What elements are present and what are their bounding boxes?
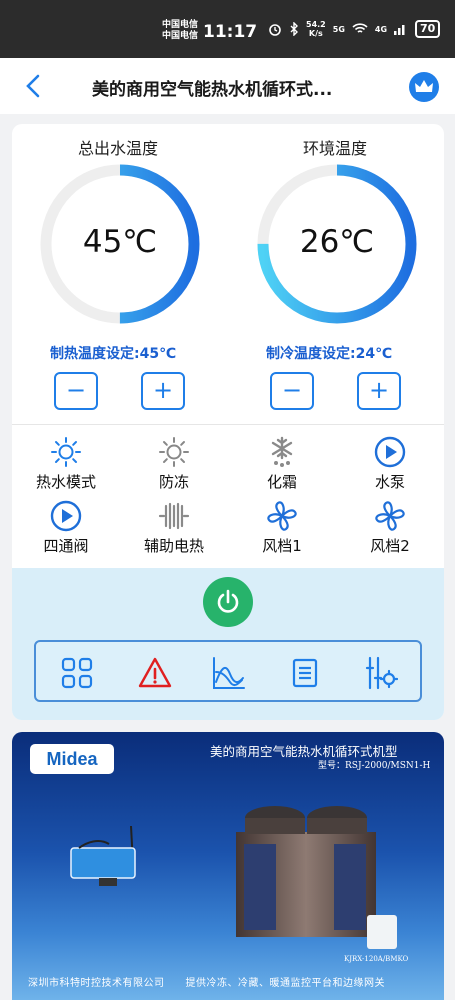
alarm-icon (269, 24, 281, 36)
divider (12, 424, 444, 425)
status-four-way-valve: 四通阀 (12, 500, 120, 556)
product-banner: Midea 美的商用空气能热水机循环式机型 型号：RSJ-2000/MSN1-H… (12, 732, 444, 1000)
status-hot-water-mode: 热水模式 (12, 436, 120, 492)
carrier-label: 中国电信 中国电信 (162, 20, 199, 41)
gauge-value-outlet: 45℃ (82, 224, 158, 260)
settings-icon[interactable] (364, 656, 398, 690)
fan-icon (375, 501, 405, 531)
chart-icon[interactable] (212, 656, 246, 690)
heat-pump-unit-image (236, 806, 376, 937)
fan-icon (267, 501, 297, 531)
wifi-icon (352, 23, 368, 33)
heating-minus-button[interactable]: − (54, 372, 98, 410)
signal-4g: 4G (374, 24, 388, 34)
sun-outline-icon (159, 437, 189, 467)
crown-icon[interactable] (409, 72, 439, 102)
play-circle-icon (50, 500, 82, 532)
heater-icon (158, 502, 190, 530)
heating-setpoint: 制热温度设定:45℃ (50, 346, 177, 362)
signal-bars-icon (394, 25, 405, 35)
status-fan-speed-1: 风档1 (228, 500, 336, 556)
page-title: 美的商用空气能热水机循环式... (92, 80, 333, 100)
warning-icon[interactable] (138, 656, 172, 690)
heating-plus-button[interactable]: + (141, 372, 185, 410)
gauge-title-ambient: 环境温度 (303, 139, 368, 158)
power-icon (217, 589, 239, 613)
gateway-module-image (70, 825, 136, 886)
status-defrost: 化霜 (228, 436, 336, 492)
function-toolbar (34, 640, 422, 702)
banner-footer: 深圳市科特时控技术有限公司 提供冷冻、冷藏、暖通监控平台和边缘网关 (28, 978, 385, 989)
play-circle-icon (374, 436, 406, 468)
midea-logo: Midea (30, 744, 114, 774)
controller-panel-image (367, 915, 397, 949)
gauge-value-ambient: 26℃ (299, 224, 375, 260)
bluetooth-icon (290, 22, 298, 36)
network-speed: 54.2 K/s (306, 20, 326, 38)
power-button[interactable] (203, 577, 253, 627)
status-antifreeze: 防冻 (120, 436, 228, 492)
cooling-minus-button[interactable]: − (270, 372, 314, 410)
gauge-title-outlet: 总出水温度 (78, 139, 159, 158)
sun-icon (51, 437, 81, 467)
title-bar: 美的商用空气能热水机循环式... (0, 58, 455, 114)
status-aux-heater: 辅助电热 (120, 500, 228, 556)
cooling-plus-button[interactable]: + (357, 372, 401, 410)
panel-model-label: KJRX-120A/BMKO (344, 955, 409, 963)
snowflake-icon (271, 436, 293, 467)
grid-icon[interactable] (60, 656, 94, 690)
signal-5g: 5G (332, 24, 345, 34)
back-arrow-icon[interactable] (22, 72, 46, 100)
list-icon[interactable] (288, 656, 322, 690)
banner-model: 型号：RSJ-2000/MSN1-H (318, 761, 431, 771)
battery-indicator: 70 (415, 20, 441, 38)
status-water-pump: 水泵 (336, 436, 444, 492)
cooling-setpoint: 制冷温度设定:24℃ (266, 346, 393, 362)
clock: 11:17 (203, 22, 258, 42)
status-fan-speed-2: 风档2 (336, 500, 444, 556)
control-card: 总出水温度 45℃ 制热温度设定:45℃ − + 环境温度 26℃ 制冷温度设定… (12, 124, 444, 720)
status-bar: 中国电信 中国电信 11:17 54.2 K/s 5G 4G 70 (0, 0, 455, 58)
